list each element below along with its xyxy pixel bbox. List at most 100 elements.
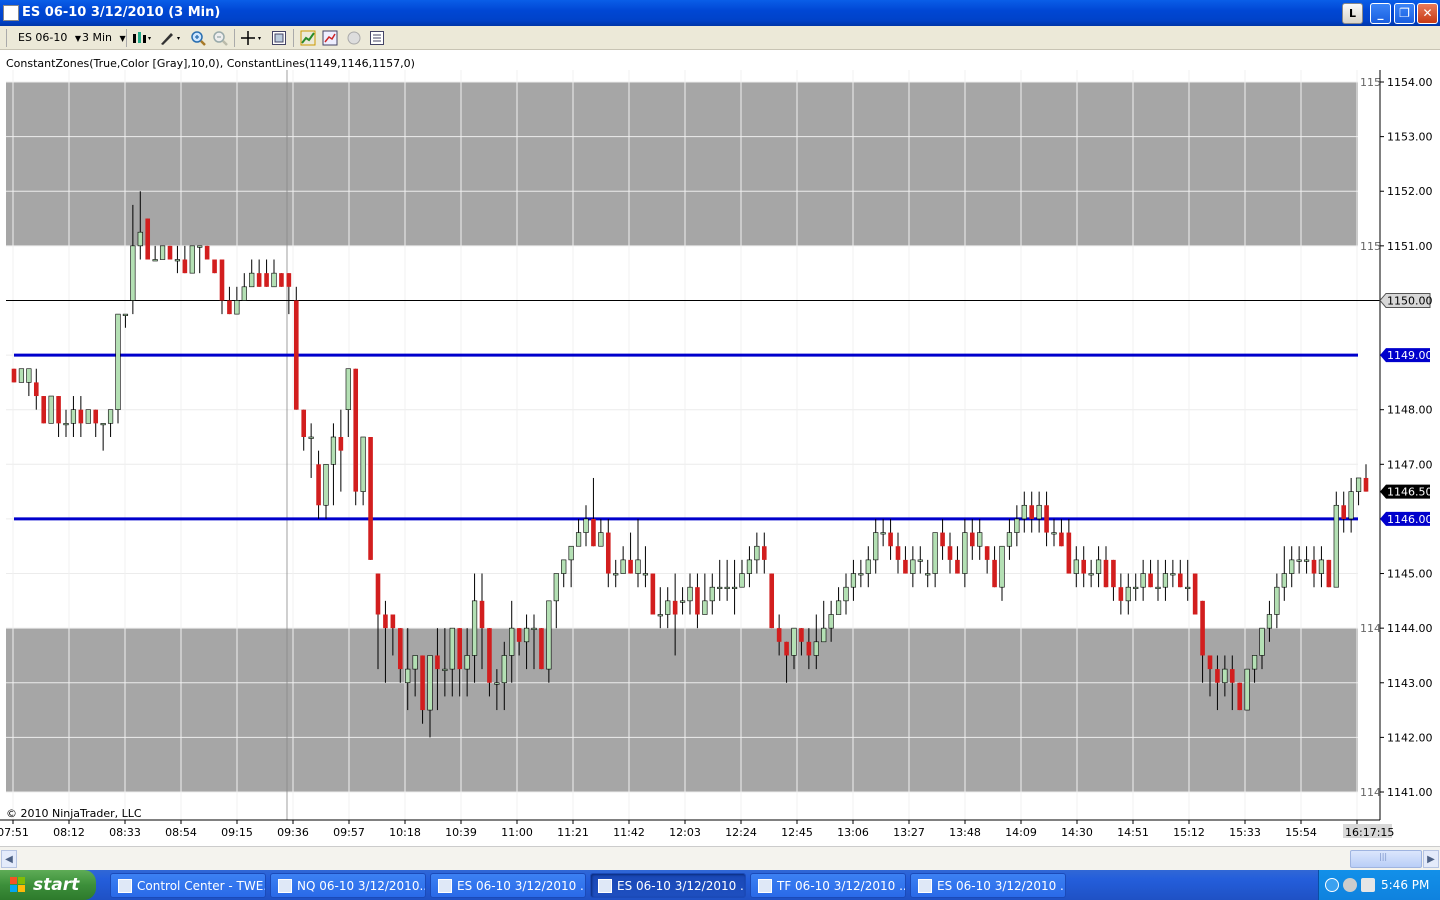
candle-down: [338, 437, 344, 451]
chart-panel[interactable]: 1154.00 1153.00 1152.00 1151.00 1150.00 1149.…: [0, 50, 1440, 846]
candle-up: [687, 586, 693, 602]
clock: 5:46 PM: [1381, 878, 1430, 892]
taskbar-item-es-chart-active[interactable]: ES 06-10 3/12/2010 ...: [590, 873, 746, 898]
candle-down: [420, 655, 425, 711]
candle-up: [925, 573, 931, 576]
candle-down: [145, 218, 151, 260]
candle-down: [761, 546, 767, 560]
candle-down: [316, 464, 321, 506]
time-label: 08:54: [165, 826, 197, 839]
candle-up: [70, 409, 77, 424]
constant-zone: [6, 82, 1358, 246]
time-label: 13:48: [949, 826, 981, 839]
candle-down: [940, 532, 945, 547]
interval-selector[interactable]: 3 Min ▼: [82, 29, 126, 47]
window-title-bar[interactable]: ES 06-10 3/12/2010 (3 Min) L _ ❐ ✕: [0, 0, 1440, 26]
candle-up: [679, 600, 686, 603]
time-label: 08:12: [53, 826, 85, 839]
start-button[interactable]: start: [0, 870, 96, 900]
candle-up: [1259, 627, 1265, 656]
candle-up: [635, 559, 641, 574]
taskbar-item-tf-chart[interactable]: TF 06-10 3/12/2010 ...: [750, 873, 906, 898]
candle-up: [1318, 559, 1325, 574]
control-center-icon: [118, 879, 132, 893]
candle-up: [665, 600, 671, 615]
candle-up: [197, 245, 203, 248]
properties-icon[interactable]: [271, 30, 287, 46]
candle-down: [1044, 505, 1049, 533]
zone-edge-label: 114: [1360, 622, 1381, 635]
scrollbar-grip-icon: |||: [1379, 852, 1388, 861]
candle-up: [858, 573, 864, 576]
candle-down: [479, 600, 485, 629]
candle-down: [1311, 559, 1317, 574]
crosshair-icon[interactable]: [239, 30, 265, 46]
candle-up: [598, 532, 604, 547]
scroll-left-button[interactable]: ◀: [1, 850, 17, 868]
candle-up: [405, 668, 411, 684]
candle-down: [605, 532, 611, 574]
candle-up: [843, 586, 849, 602]
candle-down: [41, 396, 47, 424]
taskbar-item-es-chart[interactable]: ES 06-10 3/12/2010 ...: [430, 873, 586, 898]
candle-up: [1348, 491, 1354, 520]
time-label: 11:42: [613, 826, 645, 839]
taskbar-item-control-center[interactable]: Control Center - TWE...: [110, 873, 266, 898]
candle-up: [1140, 573, 1146, 588]
candle-up: [1333, 504, 1339, 588]
zone-edge-label: 115: [1360, 240, 1381, 253]
close-button[interactable]: ✕: [1417, 3, 1438, 24]
candle-up: [360, 436, 366, 492]
candle-up: [130, 245, 136, 301]
candle-up: [1073, 559, 1079, 574]
price-label: 1142.00: [1387, 731, 1433, 744]
tray-expand-icon[interactable]: [1325, 878, 1339, 892]
taskbar-item-es-chart-2[interactable]: ES 06-10 3/12/2010 ...: [910, 873, 1066, 898]
candle-down: [256, 273, 262, 287]
candle-up: [835, 600, 842, 615]
candle-up: [152, 259, 158, 262]
scrollbar-thumb[interactable]: |||: [1350, 850, 1422, 868]
candle-down: [650, 573, 656, 615]
candle-up: [828, 614, 834, 629]
candle-up: [1036, 504, 1042, 520]
price-label: 1149.00: [1387, 349, 1433, 362]
candle-up: [249, 272, 255, 288]
zoom-in-icon[interactable]: [190, 30, 206, 46]
candle-up: [709, 586, 715, 602]
maximize-button[interactable]: ❐: [1394, 3, 1415, 24]
candle-up: [1155, 586, 1161, 589]
interval-label: 3 Min: [82, 31, 113, 44]
candle-down: [984, 546, 990, 560]
candle-up: [746, 559, 753, 574]
zoom-out-icon[interactable]: [212, 30, 228, 46]
price-chart[interactable]: 1154.00 1153.00 1152.00 1151.00 1150.00 1149.…: [0, 50, 1440, 846]
candle-up: [189, 245, 195, 274]
candle-down: [1363, 477, 1369, 492]
network-icon[interactable]: [1343, 878, 1357, 892]
price-label: 1151.00: [1387, 240, 1433, 253]
drawing-tool-icon[interactable]: [159, 30, 183, 46]
data-box-icon[interactable]: [369, 30, 385, 46]
instrument-selector[interactable]: ES 06-10 ▼: [18, 29, 81, 47]
candle-down: [1059, 532, 1064, 547]
candle-down: [1177, 573, 1183, 588]
indicators-icon[interactable]: [322, 30, 338, 46]
scroll-right-button[interactable]: ▶: [1423, 850, 1439, 868]
taskbar-item-nq-chart[interactable]: NQ 06-10 3/12/2010...: [270, 873, 426, 898]
minimize-button[interactable]: _: [1370, 3, 1391, 24]
candle-up: [345, 368, 351, 410]
link-button[interactable]: L: [1342, 3, 1363, 24]
candle-up: [739, 573, 745, 588]
candle-up: [642, 573, 649, 576]
candle-down: [1118, 587, 1124, 601]
volume-icon[interactable]: [1361, 878, 1375, 892]
candle-down: [799, 628, 804, 642]
taskbar-item-label: ES 06-10 3/12/2010 ...: [937, 879, 1066, 893]
instrument-icon[interactable]: [300, 30, 316, 46]
strategy-icon[interactable]: [346, 30, 362, 46]
candle-down: [895, 546, 901, 560]
candle-down: [672, 600, 678, 615]
bar-type-icon[interactable]: [131, 30, 153, 46]
horizontal-scrollbar[interactable]: ◀ ||| ▶: [0, 846, 1440, 870]
